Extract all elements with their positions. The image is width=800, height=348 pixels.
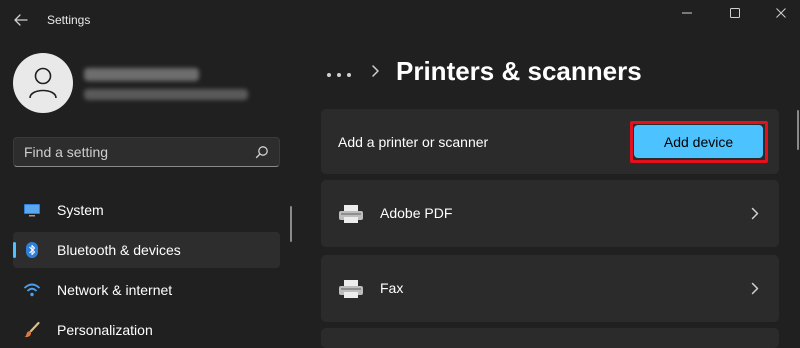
search-input[interactable] xyxy=(24,138,244,166)
printer-row-partial[interactable] xyxy=(321,328,779,348)
system-icon xyxy=(23,201,41,219)
sidebar-scrollbar[interactable] xyxy=(290,206,292,242)
page-title: Printers & scanners xyxy=(396,56,642,86)
sidebar-item-label: System xyxy=(57,202,104,218)
printer-row-adobe-pdf[interactable]: Adobe PDF xyxy=(321,180,779,247)
title-bar: Settings xyxy=(0,0,800,40)
add-printer-card: Add a printer or scanner Add device xyxy=(321,109,779,174)
maximize-button[interactable] xyxy=(712,2,758,24)
sidebar: System Bluetooth & devices Network & int… xyxy=(0,40,300,341)
add-printer-label: Add a printer or scanner xyxy=(338,134,489,150)
back-arrow-icon[interactable] xyxy=(12,11,30,29)
user-name-blurred xyxy=(84,68,199,81)
search-box[interactable] xyxy=(13,137,280,167)
sidebar-item-label: Bluetooth & devices xyxy=(57,242,181,258)
printer-name: Fax xyxy=(380,280,404,296)
close-button[interactable] xyxy=(758,2,800,24)
more-icon[interactable] xyxy=(326,66,352,77)
wifi-icon xyxy=(23,281,41,299)
sidebar-item-label: Personalization xyxy=(57,322,153,338)
printer-icon xyxy=(338,203,364,225)
add-device-button[interactable]: Add device xyxy=(634,125,763,158)
printer-name: Adobe PDF xyxy=(380,205,453,221)
bluetooth-icon xyxy=(23,241,41,259)
user-icon xyxy=(29,67,57,99)
search-icon[interactable] xyxy=(255,145,269,159)
selection-indicator xyxy=(13,242,16,258)
chevron-right-icon xyxy=(370,64,380,78)
printer-icon xyxy=(338,278,364,300)
sidebar-item-label: Network & internet xyxy=(57,282,173,298)
avatar[interactable] xyxy=(13,53,73,113)
app-title: Settings xyxy=(47,13,91,27)
user-email-blurred xyxy=(84,89,248,100)
minimize-button[interactable] xyxy=(664,2,710,24)
sidebar-item-personalization[interactable]: Personalization xyxy=(13,312,280,348)
printer-row-fax[interactable]: Fax xyxy=(321,255,779,322)
sidebar-item-network[interactable]: Network & internet xyxy=(13,272,280,308)
chevron-right-icon xyxy=(751,207,759,220)
sidebar-item-system[interactable]: System xyxy=(13,192,280,228)
sidebar-item-bluetooth[interactable]: Bluetooth & devices xyxy=(13,232,280,268)
brush-icon xyxy=(23,321,41,339)
chevron-right-icon xyxy=(751,282,759,295)
content-scrollbar[interactable] xyxy=(797,110,799,150)
